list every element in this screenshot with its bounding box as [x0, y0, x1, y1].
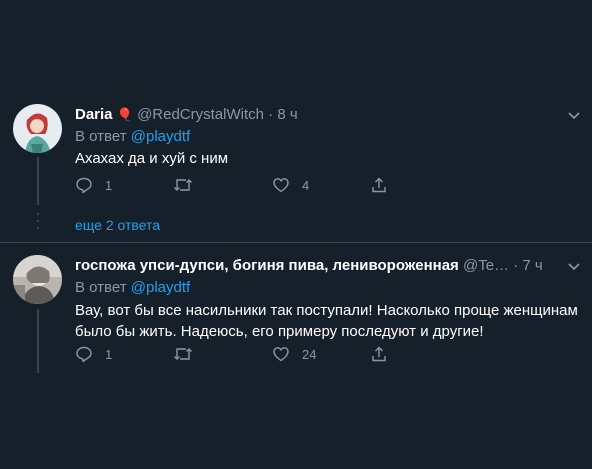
- user-handle[interactable]: @RedCrystalWitch: [137, 106, 264, 123]
- reply-context: В ответ @playdtf: [75, 278, 190, 297]
- retweet-icon: [174, 348, 192, 360]
- like-button[interactable]: 24: [272, 344, 316, 364]
- display-name[interactable]: госпожа упси-дупси, богиня пива, ленивор…: [75, 257, 459, 274]
- tweet-header: госпожа упси-дупси, богиня пива, ленивор…: [75, 256, 543, 275]
- display-name[interactable]: Daria: [75, 106, 113, 123]
- chevron-down-icon[interactable]: [566, 258, 582, 274]
- mention-link[interactable]: @playdtf: [131, 128, 190, 145]
- retweet-button[interactable]: [173, 175, 205, 195]
- reply-icon: [76, 177, 92, 194]
- like-icon: [273, 347, 289, 362]
- timestamp[interactable]: 7 ч: [522, 257, 542, 274]
- tweet-text-line: было бы жить. Надеюсь, его примеру после…: [75, 323, 484, 340]
- more-replies-dots: [36, 212, 40, 230]
- reply-prefix: В ответ: [75, 128, 127, 145]
- separator: ·: [513, 257, 519, 274]
- like-count: 24: [302, 346, 317, 362]
- retweet-button[interactable]: [173, 344, 205, 364]
- tweet-header: Daria 🎈 @RedCrystalWitch · 8 ч: [75, 105, 298, 124]
- reply-prefix: В ответ: [75, 279, 127, 296]
- like-button[interactable]: 4: [272, 175, 309, 195]
- thread-line: [37, 157, 39, 205]
- share-button[interactable]: [370, 344, 388, 364]
- tweet-2[interactable]: госпожа упси-дупси, богиня пива, ленивор…: [0, 243, 592, 469]
- avatar[interactable]: [13, 104, 62, 153]
- thread-line: [37, 309, 39, 373]
- share-icon: [372, 177, 386, 193]
- like-icon: [273, 178, 289, 193]
- separator: ·: [268, 106, 274, 123]
- share-icon: [372, 346, 386, 362]
- user-handle[interactable]: @Te…: [463, 257, 509, 274]
- avatar[interactable]: [13, 255, 62, 304]
- tweet-text: Вау, вот бы все насильники так поступали…: [75, 300, 585, 342]
- reply-count: 1: [105, 346, 113, 362]
- retweet-icon: [174, 179, 192, 191]
- like-count: 4: [302, 177, 310, 193]
- tweet-1[interactable]: Daria 🎈 @RedCrystalWitch · 8 ч В ответ @…: [0, 0, 592, 240]
- reply-icon: [76, 346, 92, 363]
- tweet-text-line: Вау, вот бы все насильники так поступали…: [75, 302, 578, 319]
- reply-context: В ответ @playdtf: [75, 127, 190, 146]
- balloon-icon: 🎈: [116, 107, 133, 122]
- tweet-text: Ахахах да и хуй с ним: [75, 150, 229, 167]
- reply-button[interactable]: 1: [75, 175, 112, 195]
- show-more-replies-link[interactable]: еще 2 ответа: [75, 216, 160, 234]
- share-button[interactable]: [370, 175, 388, 195]
- chevron-down-icon[interactable]: [566, 107, 582, 123]
- reply-count: 1: [105, 177, 113, 193]
- mention-link[interactable]: @playdtf: [131, 279, 190, 296]
- timestamp[interactable]: 8 ч: [277, 106, 297, 123]
- reply-button[interactable]: 1: [75, 344, 112, 364]
